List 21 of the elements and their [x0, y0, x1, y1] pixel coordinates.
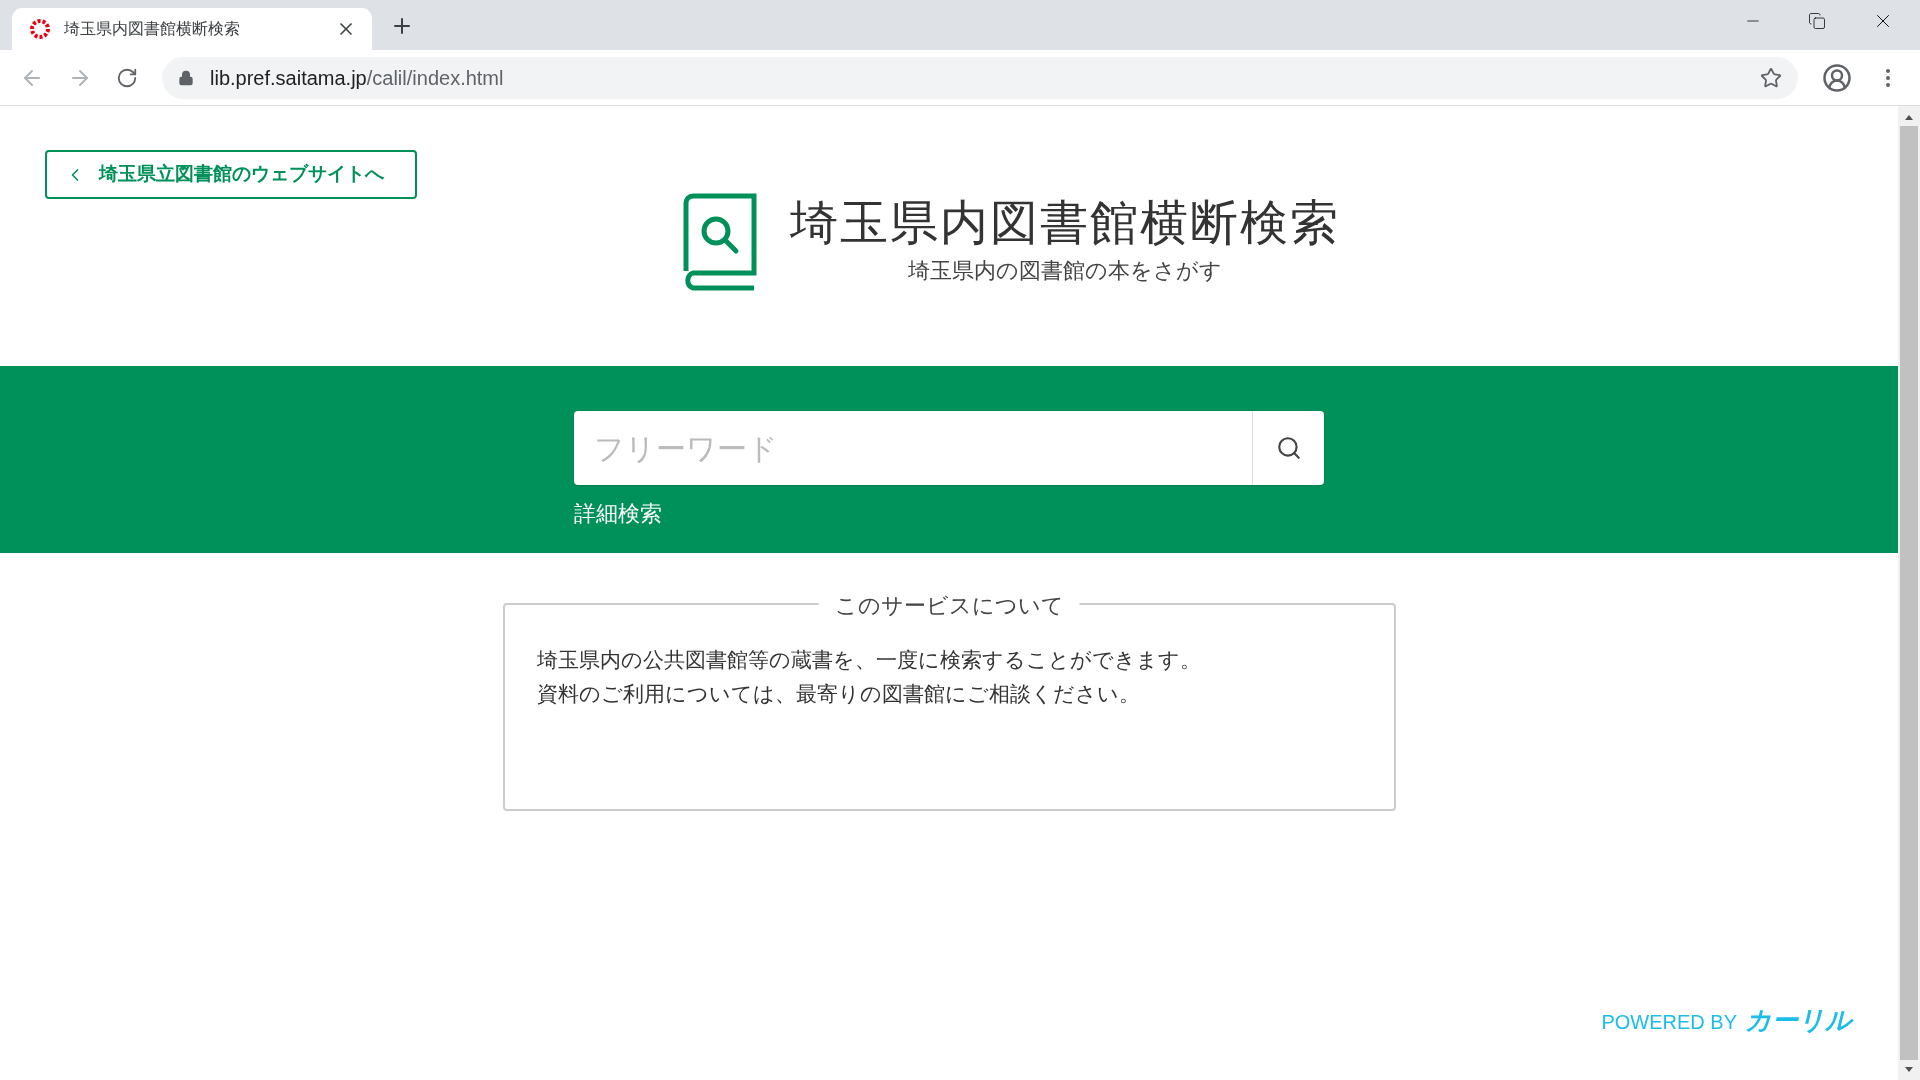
brand-logo-text: カーリル — [1745, 1004, 1852, 1037]
about-text: 埼玉県内の公共図書館等の蔵書を、一度に検索することができます。 — [536, 647, 1202, 673]
url-text: lib.pref.saitama.jp/calil/index.html — [210, 65, 505, 91]
tab-title: 埼玉県内図書館横断検索 — [64, 19, 241, 39]
search-field[interactable]: フリーワード — [574, 411, 1252, 485]
bookmark-star-icon[interactable] — [1760, 66, 1782, 89]
search-icon — [1275, 435, 1302, 461]
profile-icon[interactable] — [1822, 62, 1852, 93]
reload-icon[interactable] — [116, 66, 138, 89]
lock-icon — [178, 69, 194, 86]
search-button[interactable] — [1252, 411, 1324, 485]
page-title: 埼玉県内図書館横断検索 — [790, 197, 1340, 250]
page-subtitle: 埼玉県内の図書館の本をさがす — [908, 256, 1222, 285]
scrollbar-thumb[interactable] — [1900, 126, 1918, 1060]
advanced-search-link[interactable]: 詳細検索 — [574, 497, 662, 530]
powered-by-text: POWERED BY — [1601, 1010, 1737, 1035]
back-to-website-link[interactable]: 埼玉県立図書館のウェブサイトへ — [45, 150, 417, 199]
restore-icon[interactable] — [1808, 12, 1826, 30]
browser-tab[interactable]: 埼玉県内図書館横断検索 — [12, 8, 372, 50]
address-bar[interactable]: lib.pref.saitama.jp/calil/index.html — [162, 56, 1798, 99]
about-text: 資料のご利用については、最寄りの図書館にご相談ください。 — [536, 681, 1141, 707]
